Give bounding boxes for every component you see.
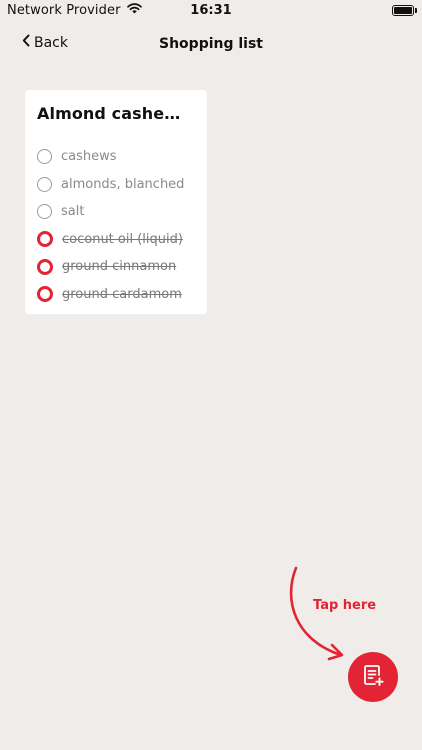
card-title: Almond cashew b...: [37, 104, 195, 123]
item-label: coconut oil (liquid): [62, 231, 183, 247]
curved-arrow-icon: [289, 566, 344, 661]
list-item-almonds[interactable]: almonds, blanched: [37, 171, 195, 199]
list-item-salt[interactable]: salt: [37, 198, 195, 226]
item-label: ground cardamom: [62, 286, 182, 302]
unchecked-circle-icon[interactable]: [37, 204, 52, 220]
list-add-icon: [360, 662, 386, 692]
item-label: cashews: [61, 149, 117, 165]
item-label: almonds, blanched: [61, 176, 185, 192]
status-bar: Network Provider 16:31: [0, 0, 422, 24]
battery-icon: [392, 5, 417, 16]
checked-circle-icon[interactable]: [37, 258, 53, 275]
checked-circle-icon[interactable]: [37, 231, 53, 248]
status-time: 16:31: [190, 3, 232, 18]
item-label: salt: [61, 204, 85, 220]
shopping-list-card[interactable]: Almond cashew b... cashews almonds, blan…: [25, 90, 207, 314]
tap-here-hint: Tap here: [313, 598, 377, 613]
list-item-ground-cardamom[interactable]: ground cardamom: [37, 281, 195, 309]
add-to-list-button[interactable]: [348, 652, 398, 702]
item-label: ground cinnamon: [62, 259, 177, 275]
list-item-coconut-oil[interactable]: coconut oil (liquid): [37, 226, 195, 254]
checked-circle-icon[interactable]: [37, 286, 53, 303]
list-item-cashews[interactable]: cashews: [37, 143, 195, 171]
page-title: Shopping list: [159, 36, 263, 52]
list-item-ground-cinnamon[interactable]: ground cinnamon: [37, 253, 195, 281]
unchecked-circle-icon[interactable]: [37, 149, 52, 165]
unchecked-circle-icon[interactable]: [37, 176, 52, 192]
nav-bar: Back Shopping list: [0, 24, 422, 64]
